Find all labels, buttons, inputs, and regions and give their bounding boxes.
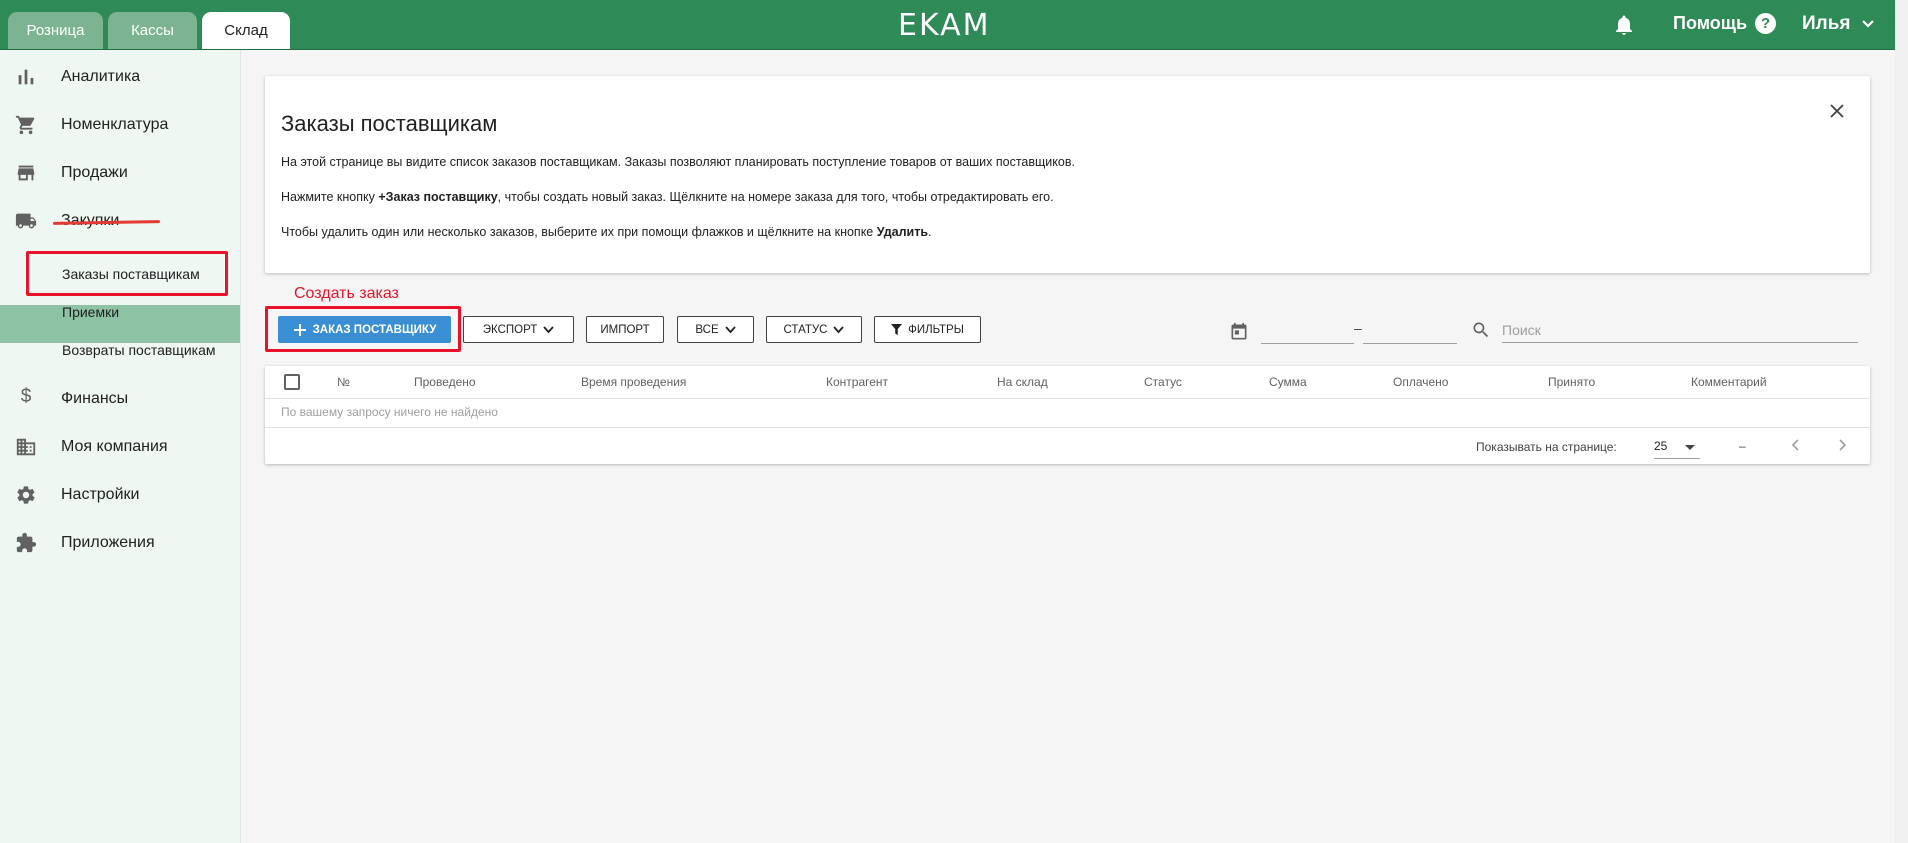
import-button[interactable]: ИМПОРТ xyxy=(586,316,664,343)
select-all-checkbox[interactable] xyxy=(284,374,300,390)
tab-warehouse[interactable]: Склад xyxy=(202,12,290,49)
table-header: № Проведено Время проведения Контрагент … xyxy=(265,366,1870,399)
tab-retail[interactable]: Розница xyxy=(8,12,103,49)
help-label: Помощь xyxy=(1673,13,1748,33)
bar-chart-icon xyxy=(18,69,34,85)
help-button[interactable]: Помощь ? xyxy=(1673,13,1777,34)
search-icon xyxy=(1473,322,1489,338)
status-dropdown-button[interactable]: СТАТУС xyxy=(766,316,862,343)
button-label: ВСЕ xyxy=(695,323,719,336)
gear-icon xyxy=(17,486,35,504)
orders-table: № Проведено Время проведения Контрагент … xyxy=(265,366,1870,464)
column-header-comment[interactable]: Комментарий xyxy=(1691,375,1767,389)
per-page-select[interactable]: 25 xyxy=(1654,439,1667,453)
chevron-left-icon[interactable] xyxy=(1789,438,1803,452)
store-icon xyxy=(17,165,35,181)
column-header-status[interactable]: Статус xyxy=(1144,375,1182,389)
page-title: Заказы поставщикам xyxy=(281,111,498,136)
building-icon xyxy=(16,438,36,456)
truck-icon xyxy=(15,213,37,229)
column-header-sum[interactable]: Сумма xyxy=(1269,375,1307,389)
sidebar-item-label: Продажи xyxy=(61,164,128,181)
calendar-icon[interactable] xyxy=(1229,321,1249,343)
column-header-counterparty[interactable]: Контрагент xyxy=(826,375,888,389)
caret-down-icon[interactable] xyxy=(1685,445,1695,450)
per-page-underline xyxy=(1654,458,1700,459)
sidebar-subitem-receipts[interactable]: Приемки xyxy=(62,304,119,320)
annotation-create-order: Создать заказ xyxy=(294,285,399,302)
column-header-paid[interactable]: Оплачено xyxy=(1393,375,1448,389)
bell-icon[interactable] xyxy=(1612,13,1636,37)
sidebar-item-label: Аналитика xyxy=(61,68,141,85)
sidebar-item-label: Финансы xyxy=(61,390,129,407)
all-dropdown-button[interactable]: ВСЕ xyxy=(677,316,754,343)
date-to-input[interactable] xyxy=(1363,343,1457,344)
chevron-down-icon xyxy=(833,325,845,333)
puzzle-icon xyxy=(16,532,37,553)
info-paragraph-1: На этой странице вы видите список заказо… xyxy=(281,155,1075,169)
info-card: Заказы поставщикам На этой странице вы в… xyxy=(265,76,1870,273)
date-separator: – xyxy=(1354,320,1362,336)
pagination-range: – xyxy=(1739,439,1746,453)
annotation-highlight-box xyxy=(26,251,228,296)
column-header-posted[interactable]: Проведено xyxy=(414,375,476,389)
info-text: Чтобы удалить один или несколько заказов… xyxy=(281,225,877,239)
filter-icon xyxy=(891,324,903,335)
info-bold-text: +Заказ поставщику xyxy=(378,190,498,204)
button-label: ЗАКАЗ ПОСТАВЩИКУ xyxy=(312,323,437,336)
sidebar-subitem-supplier-returns[interactable]: Возвраты поставщикам xyxy=(62,342,215,358)
export-button[interactable]: ЭКСПОРТ xyxy=(463,316,574,343)
info-text: Нажмите кнопку xyxy=(281,190,379,204)
user-menu[interactable]: Илья xyxy=(1802,13,1875,35)
active-submenu-highlight xyxy=(0,305,240,343)
info-bold-text: Удалить xyxy=(876,225,929,239)
dollar-icon: $ xyxy=(20,386,32,407)
user-name: Илья xyxy=(1802,13,1851,34)
filters-button[interactable]: ФИЛЬТРЫ xyxy=(874,316,981,343)
sidebar-item-label: Номенклатура xyxy=(61,116,169,133)
chevron-right-icon[interactable] xyxy=(1835,438,1849,452)
button-label: ЭКСПОРТ xyxy=(482,323,538,336)
button-label: ФИЛЬТРЫ xyxy=(908,323,964,336)
column-header-warehouse[interactable]: На склад xyxy=(997,375,1048,389)
chevron-down-icon xyxy=(724,325,736,333)
button-label: СТАТУС xyxy=(783,323,828,336)
info-paragraph-3: Чтобы удалить один или несколько заказов… xyxy=(281,225,932,239)
page-scrollbar[interactable] xyxy=(1895,0,1908,843)
per-page-label: Показывать на странице: xyxy=(1476,440,1617,454)
column-header-posting-time[interactable]: Время проведения xyxy=(581,375,686,389)
column-header-accepted[interactable]: Принято xyxy=(1548,375,1595,389)
table-footer-divider xyxy=(265,427,1870,428)
cart-icon xyxy=(15,115,35,135)
top-bar: Розница Кассы Склад EKAM Помощь ? Илья xyxy=(0,0,1895,50)
sidebar-item-label: Моя компания xyxy=(61,438,168,455)
info-text: . xyxy=(928,225,932,239)
empty-state-text: По вашему запросу ничего не найдено xyxy=(281,405,498,419)
section-tabs: Розница Кассы Склад xyxy=(8,12,290,49)
info-text: , чтобы создать новый заказ. Щёлкните на… xyxy=(497,190,1054,204)
add-supplier-order-button[interactable]: ЗАКАЗ ПОСТАВЩИКУ xyxy=(278,316,451,343)
help-icon: ? xyxy=(1755,13,1777,34)
close-icon[interactable] xyxy=(1828,102,1846,120)
tab-cash-registers[interactable]: Кассы xyxy=(108,12,197,49)
button-label: ИМПОРТ xyxy=(600,323,650,336)
search-input[interactable] xyxy=(1502,318,1858,343)
chevron-down-icon xyxy=(543,325,554,333)
info-paragraph-2: Нажмите кнопку +Заказ поставщику, чтобы … xyxy=(281,190,1054,204)
date-from-input[interactable] xyxy=(1261,343,1354,344)
column-header-number[interactable]: № xyxy=(337,375,350,389)
sidebar-item-label: Приложения xyxy=(61,534,155,551)
sidebar-item-label: Настройки xyxy=(61,486,140,503)
plus-icon xyxy=(293,323,306,336)
chevron-down-icon xyxy=(1861,20,1874,28)
logo[interactable]: EKAM xyxy=(898,8,991,43)
